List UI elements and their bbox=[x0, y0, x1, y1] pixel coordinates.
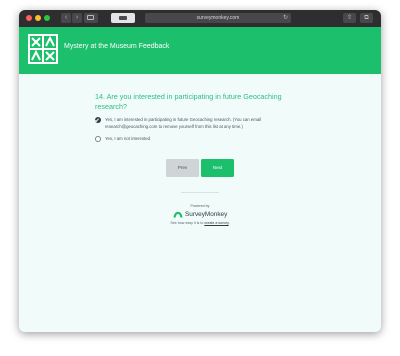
question-title: 14. Are you interested in participating … bbox=[95, 92, 282, 111]
prev-button[interactable]: Prev bbox=[166, 159, 199, 177]
extension-icon[interactable] bbox=[111, 13, 135, 23]
tagline-prefix: See how easy it is to bbox=[170, 221, 204, 225]
survey-title: Mystery at the Museum Feedback bbox=[64, 43, 170, 50]
geocaching-logo bbox=[28, 34, 58, 64]
browser-window: ‹ › surveymonkey.com ↻ ⇧ ⧉ Mystery at th… bbox=[19, 10, 381, 332]
sidebar-icon[interactable] bbox=[84, 13, 98, 23]
survey-header: Mystery at the Museum Feedback bbox=[19, 27, 381, 74]
footer-tagline: See how easy it is to create a survey. bbox=[19, 221, 381, 225]
url-text: surveymonkey.com bbox=[196, 15, 240, 21]
create-survey-link[interactable]: create a survey bbox=[204, 221, 228, 225]
radio-unchecked-icon[interactable] bbox=[95, 136, 101, 142]
forward-icon[interactable]: › bbox=[72, 13, 82, 23]
zoom-window-button[interactable] bbox=[44, 15, 50, 21]
brand-name: SurveyMonkey bbox=[185, 211, 228, 218]
browser-toolbar: ‹ › surveymonkey.com ↻ ⇧ ⧉ bbox=[19, 10, 381, 28]
radio-checked-icon[interactable] bbox=[95, 117, 101, 123]
share-icon[interactable]: ⇧ bbox=[343, 13, 356, 23]
back-icon[interactable]: ‹ bbox=[61, 13, 71, 23]
tagline-suffix: . bbox=[228, 221, 230, 225]
address-bar[interactable]: surveymonkey.com ↻ bbox=[145, 13, 291, 23]
next-button[interactable]: Next bbox=[201, 159, 234, 177]
reload-icon[interactable]: ↻ bbox=[283, 13, 288, 23]
footer-divider bbox=[181, 192, 219, 193]
powered-by-text: Powered by bbox=[190, 204, 210, 208]
answer-option-label: Yes, I am interested in participating in… bbox=[105, 117, 262, 129]
tabs-overview-icon[interactable]: ⧉ bbox=[360, 13, 373, 23]
surveymonkey-logo-icon bbox=[173, 211, 183, 218]
close-window-button[interactable] bbox=[26, 15, 32, 21]
minimize-window-button[interactable] bbox=[35, 15, 41, 21]
answer-option-label: Yes, I am not interested bbox=[105, 136, 150, 141]
